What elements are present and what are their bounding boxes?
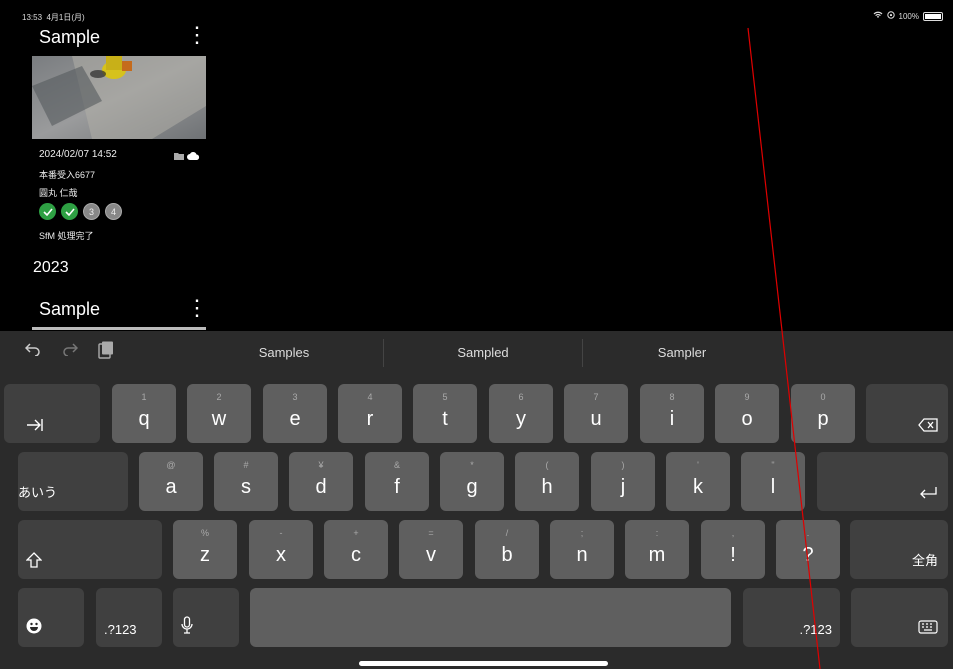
annotation-line [747, 27, 821, 669]
